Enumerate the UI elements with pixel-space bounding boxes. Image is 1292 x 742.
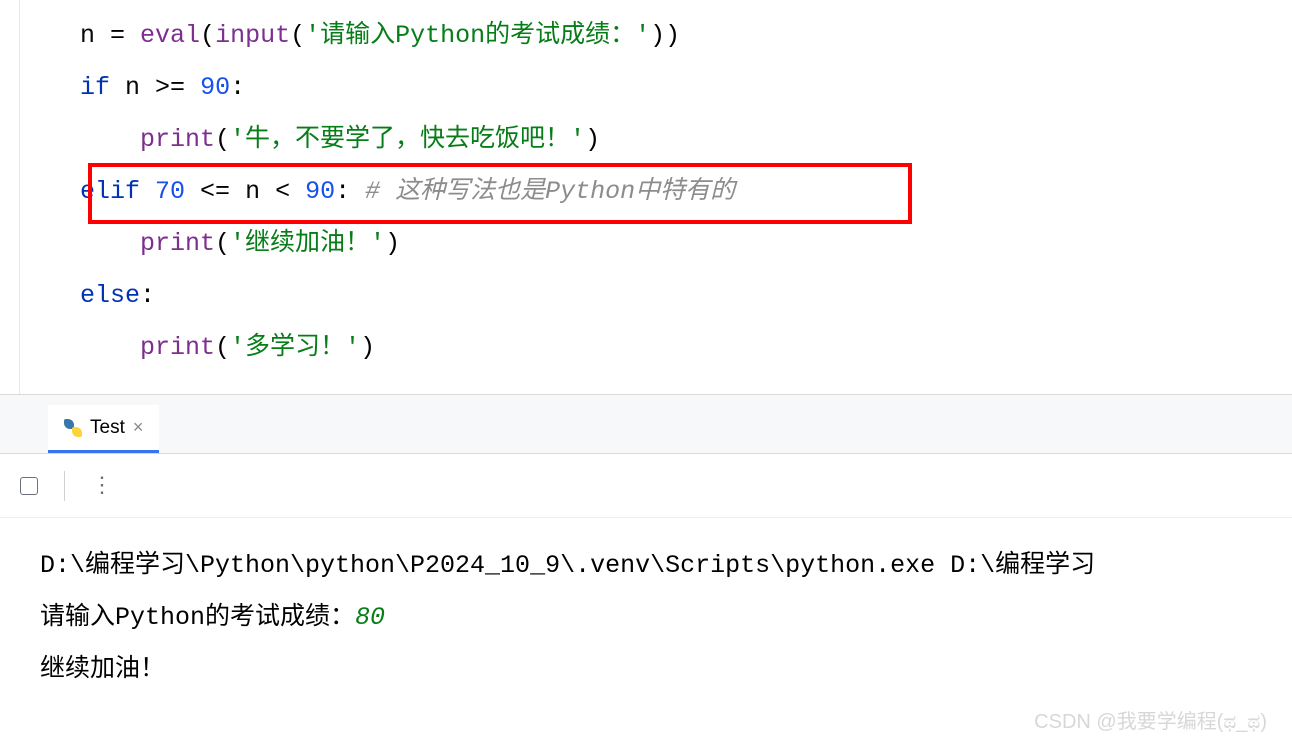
line-gutter [0,0,20,394]
console-prompt-line: 请输入Python的考试成绩：80 [40,592,1292,644]
divider [64,471,65,501]
code-line-1: n = eval(input('请输入Python的考试成绩：')) [80,10,735,62]
console-output[interactable]: D:\编程学习\Python\python\P2024_10_9\.venv\S… [0,518,1292,696]
stop-button[interactable] [20,477,38,495]
code-content[interactable]: n = eval(input('请输入Python的考试成绩：'))if n >… [20,0,735,394]
code-line-7: print('多学习！') [80,322,735,374]
code-line-3: print('牛，不要学了，快去吃饭吧！') [80,114,735,166]
code-line-4: elif 70 <= n < 90: # 这种写法也是Python中特有的 [80,166,735,218]
code-line-6: else: [80,270,735,322]
run-tab-bar: Test × [0,395,1292,454]
python-icon [64,419,82,437]
code-line-5: print('继续加油！') [80,218,735,270]
console-toolbar: ⋮ [0,454,1292,518]
code-editor[interactable]: n = eval(input('请输入Python的考试成绩：'))if n >… [0,0,1292,395]
more-icon[interactable]: ⋮ [91,473,113,499]
close-icon[interactable]: × [133,417,144,438]
watermark: CSDN @我要学编程(ಥ_ಥ) [1034,705,1267,734]
console-output-line: 继续加油！ [40,644,1292,696]
run-tab-label: Test [90,417,125,439]
console-path-line: D:\编程学习\Python\python\P2024_10_9\.venv\S… [40,540,1292,592]
code-line-2: if n >= 90: [80,62,735,114]
run-tab[interactable]: Test × [48,405,159,453]
